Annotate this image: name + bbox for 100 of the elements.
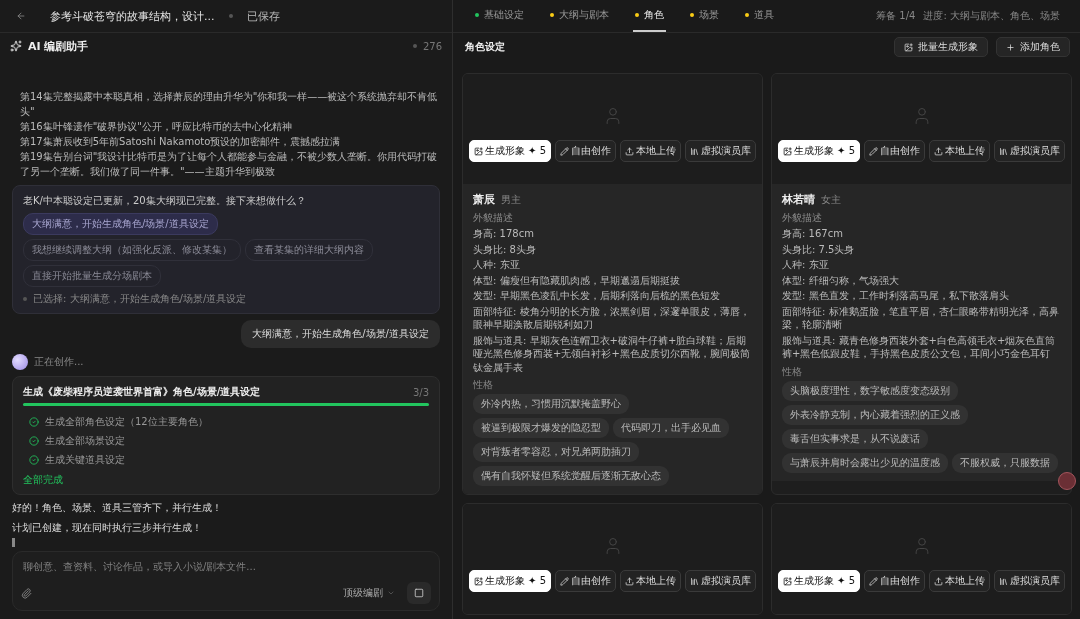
dot-icon	[412, 44, 417, 48]
image-action-button[interactable]: 自由创作	[555, 140, 617, 162]
image-action-button[interactable]: 虚拟演员库	[685, 570, 757, 592]
appearance-line: 面部特征: 标准鹅蛋脸，笔直平眉，杏仁眼略带精明光泽，高鼻梁，轮廓清晰	[782, 304, 1060, 332]
message-count: 276	[422, 40, 442, 52]
trait-tag: 毒舌但实事求是，从不说废话	[782, 428, 928, 449]
image-action-button[interactable]: 本地上传	[620, 570, 682, 592]
appearance-line: 人种: 东亚	[473, 258, 521, 272]
section-tab[interactable]: 基础设定	[473, 0, 526, 32]
typing-cursor	[12, 538, 15, 547]
task-step: 生成关键道具设定	[45, 453, 125, 467]
chevron-down-icon	[387, 589, 395, 597]
upload-icon	[934, 576, 944, 586]
image-action-button[interactable]: 生成形象 ✦ 5	[468, 140, 552, 162]
working-status: 正在创作...	[34, 355, 84, 369]
trait-tag: 偶有自我怀疑但系统觉醒后逐渐无敌心态	[473, 466, 669, 486]
pencil-icon	[869, 576, 879, 586]
appearance-line: 服饰与道具: 藏青色修身西装外套+白色高领毛衣+烟灰色直筒裤+黑色低跟皮鞋，手持黑色皮质公文包，耳间小巧金色耳钉	[782, 333, 1057, 361]
appearance-line: 发型: 黑色直发，工作时利落高马尾，私下散落肩头	[782, 289, 1010, 303]
image-action-button[interactable]: 虚拟演员库	[685, 140, 757, 162]
sparkles-icon	[10, 40, 22, 52]
image-plus-icon	[782, 146, 792, 156]
task-count: 3/3	[412, 386, 429, 398]
option-chip[interactable]: 大纲满意，开始生成角色/场景/道具设定	[23, 213, 218, 235]
appearance-line: 身高: 167cm	[782, 227, 844, 241]
field-label: 性格	[473, 378, 494, 392]
progress-text: 进度: 大纲与剧本、角色、场景	[923, 9, 1060, 23]
trait-tag: 不服权威，只服数据	[952, 452, 1058, 473]
image-plus-icon	[473, 146, 483, 156]
trait-tag: 外冷内热，习惯用沉默掩盖野心	[473, 394, 629, 414]
plus-icon	[1006, 42, 1015, 52]
appearance-line: 身高: 178cm	[473, 227, 535, 241]
option-chip[interactable]: 直接开始批量生成分场剧本	[23, 265, 161, 287]
user-message: 大纲满意，开始生成角色/场景/道具设定	[241, 320, 440, 348]
appearance-line: 面部特征: 棱角分明的长方脸，浓黑剑眉，深邃单眼皮，薄唇，眼神早期涣散后期锐利如刀	[473, 304, 751, 332]
trait-tag: 对背叛者零容忍，对兄弟两肋插刀	[473, 442, 639, 462]
save-status: 已保存	[246, 8, 280, 24]
trait-tag: 外表冷静克制，内心藏着强烈的正义感	[782, 404, 968, 425]
assistant-reply: 计划已创建，现在同时执行三步并行生成！	[12, 521, 203, 535]
image-action-button[interactable]: 自由创作	[864, 570, 926, 592]
dot-icon	[23, 297, 27, 301]
stop-button[interactable]	[407, 582, 431, 604]
image-action-button[interactable]: 本地上传	[620, 140, 682, 162]
pencil-icon	[869, 146, 879, 156]
image-action-button[interactable]: 生成形象 ✦ 5	[777, 570, 861, 592]
pencil-icon	[560, 146, 570, 156]
question-text: 老K/中本聪设定已更新，20集大纲现已完整。接下来想做什么？	[23, 194, 307, 208]
upload-icon	[934, 146, 944, 156]
assistant-reply: 好的！角色、场景、道具三管齐下，并行生成！	[12, 501, 223, 515]
appearance-line: 头身比: 8头身	[473, 242, 537, 256]
image-action-button[interactable]: 自由创作	[555, 570, 617, 592]
option-chip[interactable]: 我想继续调整大纲（如强化反派、修改某集）	[23, 239, 241, 261]
section-tab[interactable]: 角色	[633, 0, 666, 32]
task-step: 生成全部场景设定	[45, 434, 125, 448]
appearance-line: 发型: 早期黑色凌乱中长发，后期利落向后梳的黑色短发	[473, 289, 721, 303]
square-icon	[414, 588, 424, 598]
appearance-line: 体型: 偏瘦但有隐藏肌肉感，早期邋遢后期挺拔	[473, 273, 681, 287]
character-role: 男主	[501, 192, 521, 207]
image-action-button[interactable]: 虚拟演员库	[994, 140, 1066, 162]
image-action-button[interactable]: 本地上传	[929, 570, 991, 592]
library-icon	[999, 146, 1009, 156]
image-action-button[interactable]: 自由创作	[864, 140, 926, 162]
project-title: 参考斗破苍穹的故事结构，设计...	[50, 8, 215, 24]
upload-icon	[625, 146, 635, 156]
library-icon	[690, 576, 700, 586]
appearance-line: 人种: 东亚	[782, 258, 830, 272]
toolbar-button[interactable]: 添加角色	[996, 37, 1070, 57]
model-selector[interactable]: 顶级编剧	[337, 585, 401, 601]
character-name: 林若晴	[782, 192, 815, 207]
section-tab[interactable]: 场景	[688, 0, 721, 32]
chat-input[interactable]: 聊创意、查资料、讨论作品，或导入小说/剧本文件...	[21, 560, 431, 573]
trait-tag: 被逼到极限才爆发的隐忍型	[473, 418, 609, 438]
attach-icon[interactable]	[21, 587, 32, 599]
section-title: 角色设定	[465, 40, 505, 54]
outline-line: 第16集叶锋遗作"破界协议"公开，呼应比特币的去中心化精神	[19, 120, 293, 134]
toolbar-button[interactable]: 批量生成形象	[894, 37, 988, 57]
stage-text: 筹备 1/4	[876, 9, 916, 23]
image-plus-icon	[473, 576, 483, 586]
image-action-button[interactable]: 虚拟演员库	[994, 570, 1066, 592]
outline-line: 第19集告别台词"我设计比特币是为了让每个人都能参与金融，不被少数人垄断。你用代码打破了另一个垄断。我们做了同一件事。"——主题升华到极致	[19, 150, 439, 179]
trait-tag: 头脑极度理性，数字敏感度变态级别	[782, 380, 958, 401]
panel-title: AI 编剧助手	[28, 38, 89, 54]
trait-tag: 与萧辰并肩时会露出少见的温度感	[782, 452, 948, 473]
appearance-line: 服饰与道具: 早期灰色连帽卫衣+破洞牛仔裤+脏白球鞋；后期哑光黑色修身西装+无领白衬衫+黑色皮质切尔西靴，腕间极简钛金属手表	[473, 333, 751, 374]
chosen-option-text: 已选择: 大纲满意，开始生成角色/场景/道具设定	[33, 292, 247, 306]
image-action-button[interactable]: 本地上传	[929, 140, 991, 162]
separator-dot-icon	[228, 14, 233, 18]
image-action-button[interactable]: 生成形象 ✦ 5	[777, 140, 861, 162]
field-label: 外貌描述	[782, 211, 823, 225]
image-action-button[interactable]: 生成形象 ✦ 5	[468, 570, 552, 592]
character-name: 萧辰	[473, 192, 495, 207]
assistant-avatar	[12, 354, 28, 370]
section-tab[interactable]: 道具	[743, 0, 776, 32]
task-step: 生成全部角色设定（12位主要角色）	[45, 415, 208, 429]
library-icon	[999, 576, 1009, 586]
option-chip[interactable]: 查看某集的详细大纲内容	[245, 239, 373, 261]
outline-line: 第14集完整揭露中本聪真相，选择萧辰的理由升华为"你和我一样——被这个系统抛弃却不肯低头"	[19, 90, 439, 119]
section-tab[interactable]: 大纲与剧本	[548, 0, 611, 32]
back-icon[interactable]	[16, 11, 26, 21]
pencil-icon	[560, 576, 570, 586]
